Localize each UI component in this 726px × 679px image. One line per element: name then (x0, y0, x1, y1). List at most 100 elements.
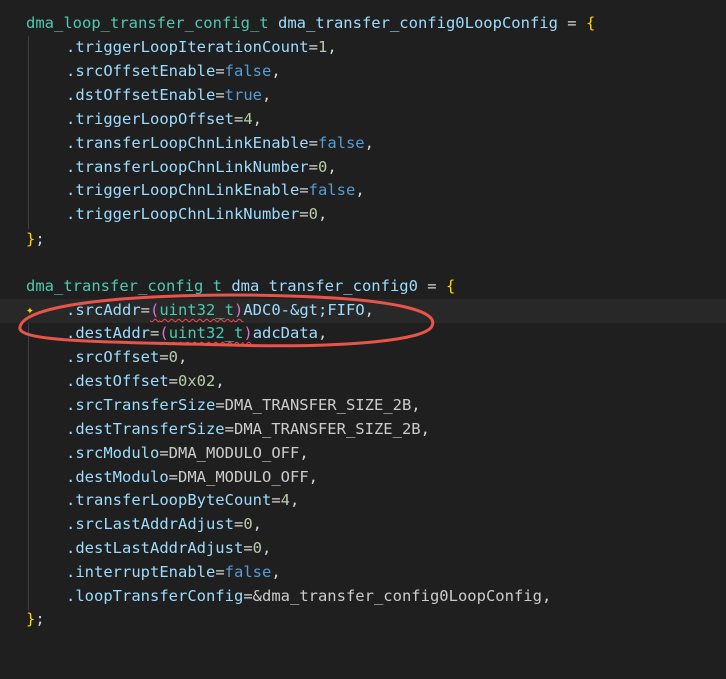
field-value: 0x02 (178, 371, 216, 390)
close-brace: } (26, 610, 36, 628)
type-name: dma_transfer_config_t (26, 277, 222, 295)
comma: , (252, 109, 263, 128)
variable-name: dma_transfer_config0LoopConfig (277, 14, 558, 32)
type-name: dma_loop_transfer_config_t (26, 14, 269, 32)
code-line[interactable]: .srcModulo=DMA_MODULO_OFF, (0, 442, 726, 466)
field-value: &dma_transfer_config0LoopConfig (252, 587, 542, 605)
code-line[interactable]: .srcLastAddrAdjust=0, (0, 513, 726, 537)
assign-operator: = (224, 419, 234, 438)
field-key: .triggerLoopChnLinkNumber (66, 205, 300, 224)
comma: , (308, 467, 318, 486)
code-line[interactable]: .triggerLoopIterationCount=1, (0, 36, 726, 60)
code-line[interactable]: .destOffset=0x02, (0, 370, 726, 394)
code-line-current[interactable]: ✦ .srcAddr=(uint32_t)ADC0-&gt;FIFO, (0, 299, 726, 323)
field-value: false (224, 61, 272, 80)
field-key: .srcModulo (66, 443, 160, 462)
comma: , (327, 38, 337, 56)
paren-open: ( (150, 301, 160, 319)
field-key: .triggerLoopOffset (66, 109, 234, 128)
comma: , (178, 348, 188, 366)
field-value: DMA_TRANSFER_SIZE_2B (233, 419, 421, 438)
variable-name: dma_transfer_config0 (231, 277, 418, 295)
field-key: .triggerLoopChnLinkEnable (66, 181, 300, 200)
code-line[interactable]: }; (0, 228, 726, 252)
code-line[interactable]: .destLastAddrAdjust=0, (0, 537, 726, 561)
comma: , (541, 587, 552, 605)
assign-operator: = (299, 181, 309, 200)
field-key: .destModulo (66, 467, 169, 486)
assign-operator: = (233, 109, 244, 128)
code-line[interactable]: }; (0, 608, 726, 632)
code-line[interactable]: .srcOffsetEnable=false, (0, 60, 726, 84)
assign-operator: = (168, 467, 178, 486)
comma: , (261, 85, 272, 104)
assign-operator: = (215, 85, 225, 104)
comma: , (317, 205, 328, 224)
assign-operator: = (140, 301, 150, 319)
comma: , (271, 61, 281, 80)
paren-close: ) (243, 324, 253, 342)
field-value: 0 (243, 515, 253, 534)
open-brace: { (445, 277, 456, 295)
code-line[interactable]: .destModulo=DMA_MODULO_OFF, (0, 466, 726, 490)
field-value: adcData (252, 324, 319, 342)
field-key: .srcAddr (66, 301, 141, 319)
assign-operator: = (557, 14, 586, 32)
field-key: .destAddr (66, 324, 150, 342)
comma: , (290, 491, 300, 510)
field-key: .transferLoopByteCount (66, 491, 272, 510)
assign-operator: = (150, 324, 160, 342)
field-value: 0 (317, 157, 328, 176)
open-brace: { (585, 14, 596, 32)
field-value: 1 (317, 38, 328, 56)
code-line[interactable]: .destAddr=(uint32_t)adcData, (0, 322, 726, 346)
assign-operator: = (168, 371, 178, 390)
code-line[interactable]: .loopTransferConfig=&dma_transfer_config… (0, 585, 726, 609)
field-value: DMA_MODULO_OFF (168, 443, 300, 462)
field-key: .destTransferSize (66, 419, 225, 438)
field-key: .destLastAddrAdjust (66, 539, 244, 558)
field-key: .transferLoopChnLinkEnable (66, 133, 309, 152)
code-line[interactable]: .interruptEnable=false, (0, 561, 726, 585)
field-value: 4 (280, 491, 290, 510)
code-line[interactable]: .transferLoopChnLinkEnable=false, (0, 132, 726, 156)
code-line[interactable]: .dstOffsetEnable=true, (0, 84, 726, 108)
semicolon: ; (35, 230, 45, 248)
comma: , (420, 419, 430, 438)
code-line[interactable]: dma_loop_transfer_config_t dma_transfer_… (0, 12, 726, 36)
code-line[interactable]: .transferLoopChnLinkNumber=0, (0, 156, 726, 180)
close-brace: } (26, 230, 36, 248)
code-line[interactable]: .triggerLoopChnLinkNumber=0, (0, 203, 726, 227)
comma: , (299, 443, 309, 462)
code-line[interactable]: dma_transfer_config_t dma_transfer_confi… (0, 275, 726, 299)
cast-type: uint32_t (159, 301, 234, 319)
code-line[interactable]: .srcTransferSize=DMA_TRANSFER_SIZE_2B, (0, 394, 726, 418)
assign-operator: = (308, 157, 318, 176)
field-value: false (317, 133, 365, 152)
lightbulb-sparkle-icon[interactable]: ✦ (26, 302, 42, 320)
code-line[interactable]: .srcOffset=0, (0, 346, 726, 370)
comma: , (262, 539, 272, 558)
code-line[interactable]: .transferLoopByteCount=4, (0, 489, 726, 513)
paren-close: ) (234, 301, 244, 319)
field-value: true (224, 85, 262, 104)
code-editor[interactable]: dma_loop_transfer_config_t dma_transfer_… (0, 0, 726, 639)
code-line[interactable]: .triggerLoopOffset=4, (0, 108, 726, 132)
assign-operator: = (417, 277, 446, 295)
code-line[interactable]: .triggerLoopChnLinkEnable=false, (0, 179, 726, 203)
field-key: .dstOffsetEnable (66, 85, 216, 104)
field-value: false (308, 181, 356, 200)
assign-operator: = (243, 587, 253, 605)
field-value: 0 (308, 205, 318, 224)
paren-open: ( (159, 324, 169, 342)
comma: , (252, 515, 263, 534)
field-key: .transferLoopChnLinkNumber (66, 157, 309, 176)
comma: , (327, 157, 337, 176)
field-key: .srcOffset (66, 348, 160, 366)
assign-operator: = (159, 443, 169, 462)
field-key: .destOffset (66, 371, 169, 390)
field-key: .srcTransferSize (66, 395, 216, 414)
field-key: .srcLastAddrAdjust (66, 515, 234, 534)
code-line[interactable]: .destTransferSize=DMA_TRANSFER_SIZE_2B, (0, 418, 726, 442)
assign-operator: = (308, 38, 318, 56)
